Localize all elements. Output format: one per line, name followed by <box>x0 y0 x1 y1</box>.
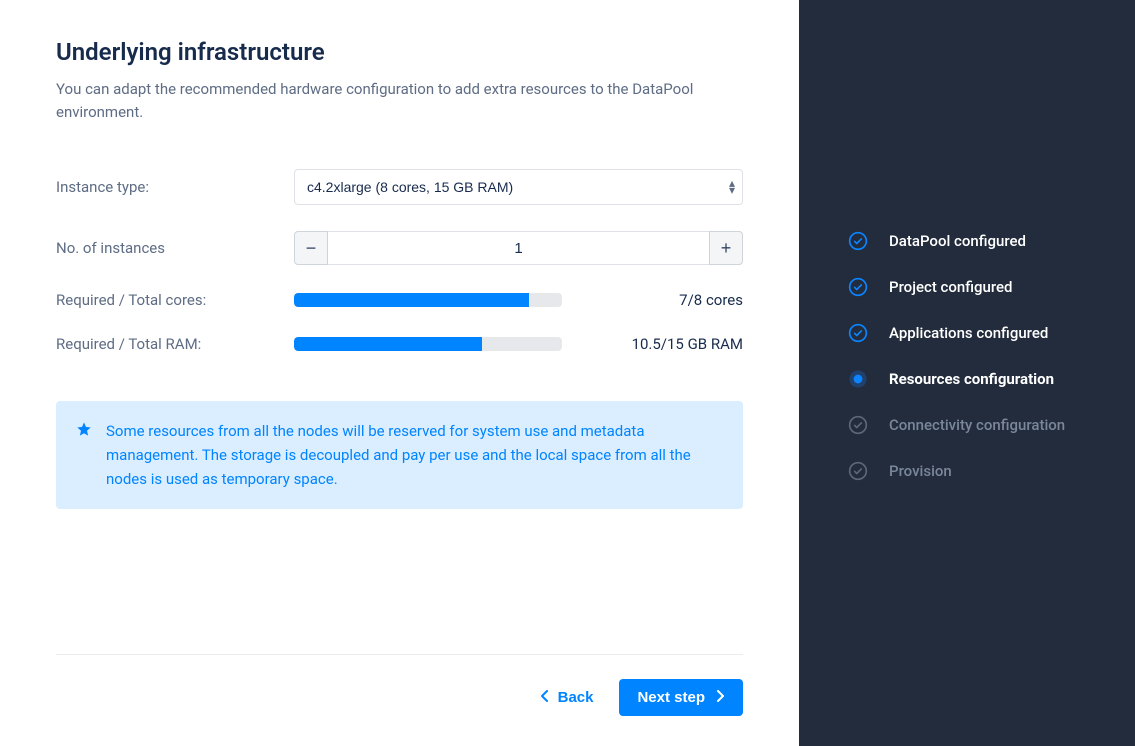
minus-icon: − <box>306 238 317 259</box>
ram-value: 10.5/15 GB RAM <box>562 335 743 353</box>
chevron-left-icon <box>540 689 550 706</box>
step-applications-configured: Applications configured <box>847 322 1115 344</box>
label-cores: Required / Total cores: <box>56 291 294 309</box>
label-instance-type: Instance type: <box>56 178 294 196</box>
check-circle-icon <box>847 276 869 298</box>
step-resources-configuration: Resources configuration <box>847 368 1115 390</box>
label-ram: Required / Total RAM: <box>56 335 294 353</box>
cores-meter <box>294 293 562 307</box>
pending-step-icon <box>847 460 869 482</box>
cores-value: 7/8 cores <box>562 291 743 309</box>
page-subtitle: You can adapt the recommended hardware c… <box>56 78 743 123</box>
pending-step-icon <box>847 414 869 436</box>
step-label: Applications configured <box>889 324 1048 342</box>
row-cores: Required / Total cores: 7/8 cores <box>56 291 743 309</box>
step-datapool-configured: DataPool configured <box>847 230 1115 252</box>
row-ram: Required / Total RAM: 10.5/15 GB RAM <box>56 335 743 353</box>
step-label: Provision <box>889 462 952 480</box>
instances-stepper: − + <box>294 231 743 265</box>
info-text: Some resources from all the nodes will b… <box>106 419 721 491</box>
steps-sidebar: DataPool configured Project configured App… <box>799 0 1135 746</box>
ram-meter-fill <box>294 337 482 351</box>
back-button[interactable]: Back <box>540 689 594 706</box>
next-step-button-label: Next step <box>637 689 705 706</box>
instances-input[interactable] <box>328 231 709 265</box>
wizard-footer: Back Next step <box>56 654 743 716</box>
instance-type-select[interactable]: c4.2xlarge (8 cores, 15 GB RAM) <box>294 169 743 205</box>
step-label: DataPool configured <box>889 232 1026 250</box>
plus-icon: + <box>721 238 732 259</box>
step-connectivity-configuration: Connectivity configuration <box>847 414 1115 436</box>
back-button-label: Back <box>558 689 594 706</box>
star-icon <box>76 421 92 491</box>
info-box: Some resources from all the nodes will b… <box>56 401 743 509</box>
step-provision: Provision <box>847 460 1115 482</box>
page-title: Underlying infrastructure <box>56 38 743 66</box>
ram-meter <box>294 337 562 351</box>
label-instances: No. of instances <box>56 239 294 257</box>
instances-decrement-button[interactable]: − <box>294 231 328 265</box>
current-step-icon <box>847 368 869 390</box>
chevron-right-icon <box>715 689 725 706</box>
check-circle-icon <box>847 322 869 344</box>
next-step-button[interactable]: Next step <box>619 679 743 716</box>
check-circle-icon <box>847 230 869 252</box>
step-label: Resources configuration <box>889 370 1054 388</box>
step-label: Connectivity configuration <box>889 416 1065 434</box>
row-instances: No. of instances − + <box>56 231 743 265</box>
instances-increment-button[interactable]: + <box>709 231 743 265</box>
cores-meter-fill <box>294 293 529 307</box>
step-label: Project configured <box>889 278 1013 296</box>
row-instance-type: Instance type: c4.2xlarge (8 cores, 15 G… <box>56 169 743 205</box>
main-panel: Underlying infrastructure You can adapt … <box>0 0 799 746</box>
step-project-configured: Project configured <box>847 276 1115 298</box>
